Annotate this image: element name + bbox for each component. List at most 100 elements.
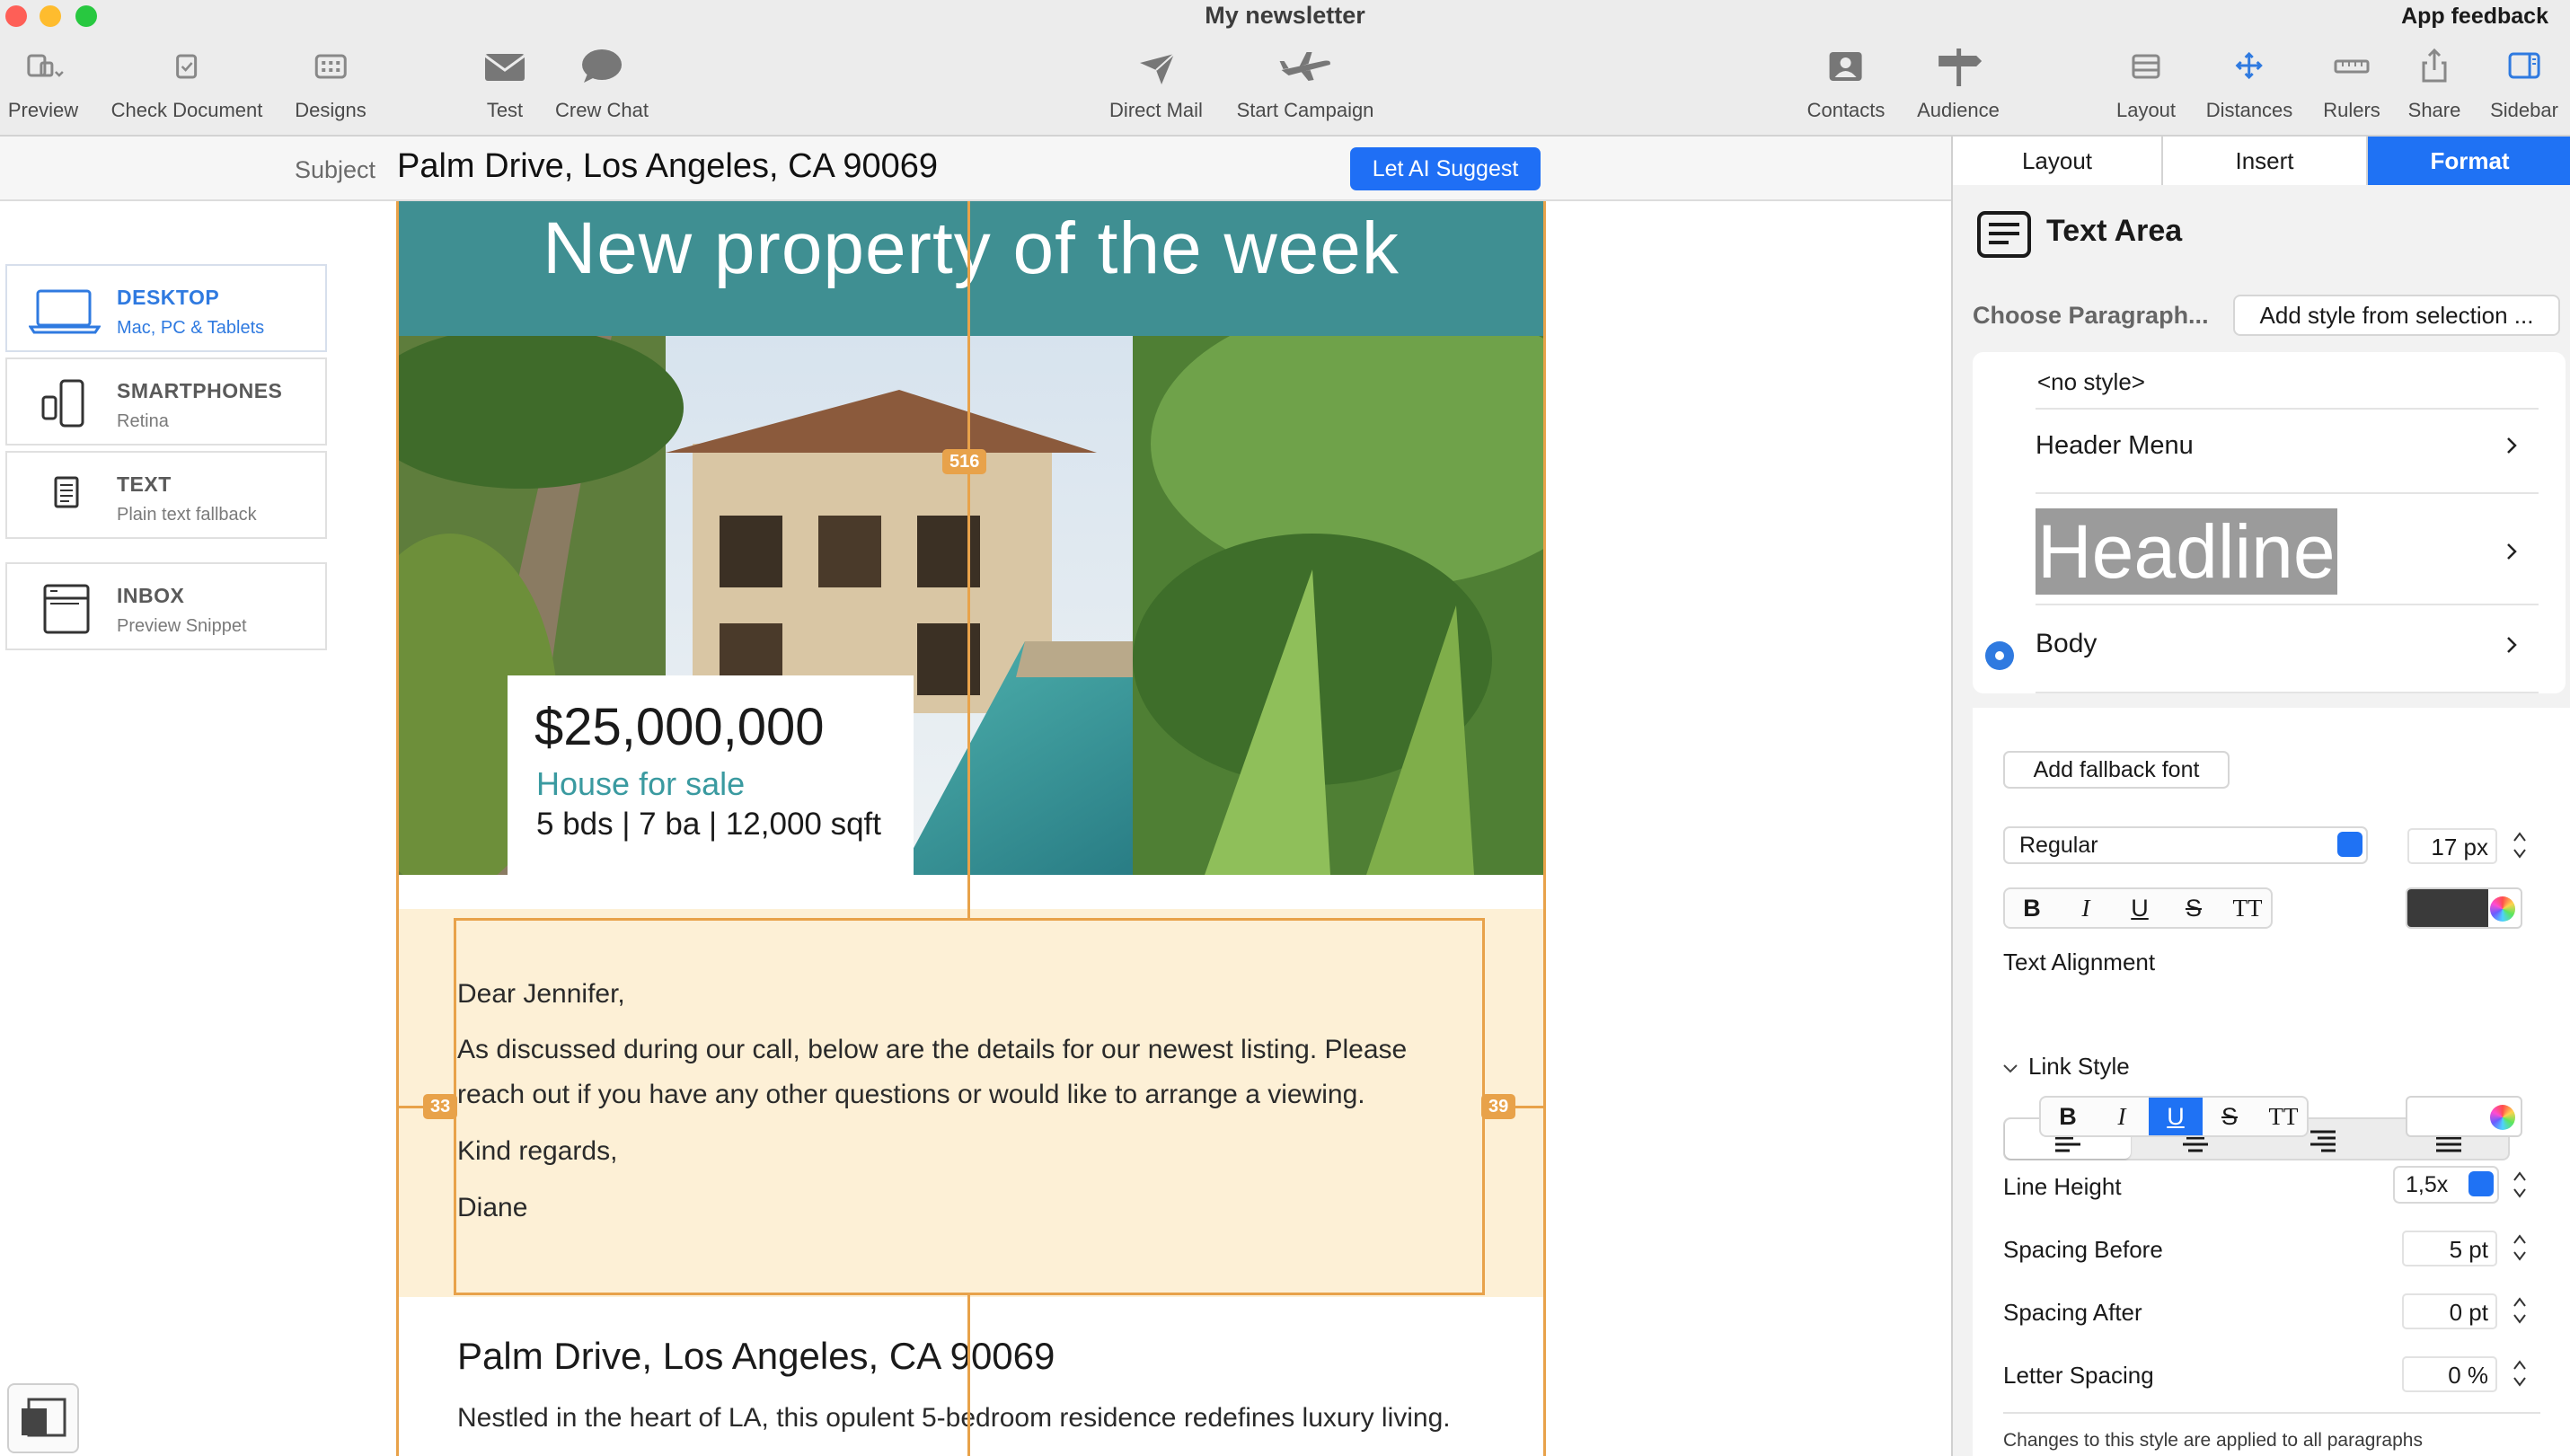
link-caps-button[interactable]: TT	[2256, 1098, 2310, 1135]
layout-button[interactable]: Layout	[2116, 43, 2176, 122]
crew-chat-label: Crew Chat	[555, 99, 649, 121]
tab-format[interactable]: Format	[2368, 137, 2570, 185]
start-campaign-button[interactable]: Start Campaign	[1237, 43, 1373, 122]
selected-style-radio[interactable]	[1985, 641, 2014, 670]
preview-button[interactable]: Preview	[8, 43, 78, 122]
link-italic-button[interactable]: I	[2095, 1098, 2149, 1135]
property-type[interactable]: House for sale	[536, 765, 745, 803]
letter-spacing-stepper[interactable]	[2512, 1356, 2528, 1390]
body-closing[interactable]: Kind regards,	[457, 1129, 617, 1174]
add-fallback-font-button[interactable]: Add fallback font	[2003, 751, 2230, 789]
address-heading[interactable]: Palm Drive, Los Angeles, CA 90069	[457, 1335, 1055, 1378]
link-bold-button[interactable]: B	[2041, 1098, 2095, 1135]
link-underline-button[interactable]: U	[2149, 1098, 2203, 1135]
device-subtitle: Mac, PC & Tablets	[117, 318, 265, 338]
link-format-buttons: B I U S TT	[2039, 1096, 2309, 1137]
window-toolbar: My newsletter App feedback Preview Check…	[0, 0, 2570, 137]
letter-spacing-field[interactable]: 0 %	[2402, 1356, 2497, 1392]
device-name: TEXT	[117, 472, 172, 496]
device-subtitle: Plain text fallback	[117, 505, 257, 525]
audience-button[interactable]: Audience	[1917, 43, 2000, 122]
rulers-button[interactable]: Rulers	[2323, 43, 2380, 122]
left-distance-badge: 33	[423, 1094, 458, 1119]
width-badge: 516	[942, 449, 987, 474]
distances-icon	[2235, 51, 2264, 80]
text-color-well[interactable]	[2406, 887, 2522, 929]
underline-button[interactable]: U	[2113, 889, 2167, 927]
address-description[interactable]: Nestled in the heart of LA, this opulent…	[457, 1403, 1451, 1434]
chevron-right-icon	[2507, 637, 2517, 653]
bold-button[interactable]: B	[2005, 889, 2059, 927]
share-button[interactable]: Share	[2406, 43, 2463, 122]
strikethrough-button[interactable]: S	[2167, 889, 2221, 927]
tab-insert[interactable]: Insert	[2163, 137, 2368, 185]
email-canvas[interactable]: New property of the week $25,000,000 Hou…	[396, 201, 1546, 1456]
distances-button[interactable]: Distances	[2206, 43, 2292, 122]
style-row-body[interactable]: Body	[2036, 605, 2539, 693]
property-specs[interactable]: 5 bds | 7 ba | 12,000 sqft	[536, 807, 881, 843]
chat-bubble-icon	[581, 49, 622, 83]
style-row-headline[interactable]: Headline	[2036, 494, 2539, 605]
check-document-icon	[176, 54, 198, 79]
toggle-panel-button[interactable]	[7, 1383, 79, 1453]
font-weight-select[interactable]: Regular	[2003, 826, 2368, 864]
italic-button[interactable]: I	[2059, 889, 2113, 927]
right-distance-badge: 39	[1481, 1094, 1516, 1119]
center-guide-line	[967, 201, 970, 918]
spacing-after-field[interactable]: 0 pt	[2402, 1293, 2497, 1329]
tab-layout[interactable]: Layout	[1953, 137, 2163, 185]
crew-chat-button[interactable]: Crew Chat	[555, 43, 649, 122]
choose-paragraph-label: Choose Paragraph...	[1973, 302, 2209, 329]
chevron-down-icon[interactable]	[2001, 1060, 2019, 1078]
body-greeting[interactable]: Dear Jennifer,	[457, 972, 625, 1017]
add-style-button[interactable]: Add style from selection ...	[2233, 295, 2560, 336]
check-document-button[interactable]: Check Document	[111, 43, 262, 122]
hero-title[interactable]: New property of the week	[396, 207, 1546, 291]
direct-mail-button[interactable]: Direct Mail	[1109, 43, 1203, 122]
line-height-stepper[interactable]	[2512, 1168, 2528, 1202]
share-label: Share	[2407, 99, 2461, 121]
spacing-before-label: Spacing Before	[2003, 1236, 2163, 1263]
device-text[interactable]: TEXT Plain text fallback	[5, 451, 327, 539]
body-signature[interactable]: Diane	[457, 1186, 527, 1231]
subject-input[interactable]: Palm Drive, Los Angeles, CA 90069	[397, 147, 938, 186]
audience-label: Audience	[1917, 99, 2000, 121]
select-arrows-icon	[2468, 1171, 2494, 1196]
spacing-after-stepper[interactable]	[2512, 1293, 2528, 1328]
style-row-no-style[interactable]: <no style>	[2036, 352, 2539, 410]
airplane-icon	[1279, 52, 1331, 81]
price-card[interactable]: $25,000,000 House for sale 5 bds | 7 ba …	[508, 675, 914, 887]
contacts-icon	[1829, 52, 1862, 81]
style-footnote: Changes to this style are applied to all…	[2003, 1430, 2423, 1451]
font-size-stepper[interactable]	[2512, 828, 2528, 862]
caps-button[interactable]: TT	[2221, 889, 2274, 927]
ai-suggest-button[interactable]: Let AI Suggest	[1350, 147, 1541, 190]
designs-button[interactable]: Designs	[295, 43, 367, 122]
divider	[2003, 1412, 2540, 1414]
line-height-value: 1,5x	[2406, 1172, 2449, 1197]
font-size-field[interactable]: 17 px	[2407, 828, 2497, 864]
device-subtitle: Preview Snippet	[117, 616, 247, 636]
line-height-select[interactable]: 1,5x	[2393, 1166, 2499, 1204]
select-arrows-icon	[2337, 832, 2362, 857]
contacts-button[interactable]: Contacts	[1807, 43, 1885, 122]
sidebar-button[interactable]: Sidebar	[2490, 43, 2558, 122]
link-color-well[interactable]	[2406, 1096, 2522, 1137]
link-strikethrough-button[interactable]: S	[2203, 1098, 2256, 1135]
text-format-buttons: B I U S TT	[2003, 887, 2273, 929]
body-line-1[interactable]: As discussed during our call, below are …	[457, 1028, 1407, 1072]
test-button[interactable]: Test	[476, 43, 534, 122]
spacing-before-field[interactable]: 5 pt	[2402, 1231, 2497, 1266]
device-smartphones[interactable]: SMARTPHONES Retina	[5, 357, 327, 446]
property-price[interactable]: $25,000,000	[534, 697, 825, 757]
spacing-before-stepper[interactable]	[2512, 1231, 2528, 1265]
sidebar-title: Text Area	[2046, 214, 2183, 248]
app-feedback-link[interactable]: App feedback	[2401, 4, 2548, 30]
device-desktop[interactable]: DESKTOP Mac, PC & Tablets	[5, 264, 327, 352]
style-row-header-menu[interactable]: Header Menu	[2036, 410, 2539, 494]
device-inbox[interactable]: INBOX Preview Snippet	[5, 562, 327, 650]
spacing-after-label: Spacing After	[2003, 1299, 2142, 1326]
body-line-2[interactable]: reach out if you have any other question…	[457, 1072, 1365, 1117]
paragraph-style-list: <no style> Header Menu Headline Body	[1973, 352, 2566, 693]
inbox-icon	[43, 584, 90, 634]
